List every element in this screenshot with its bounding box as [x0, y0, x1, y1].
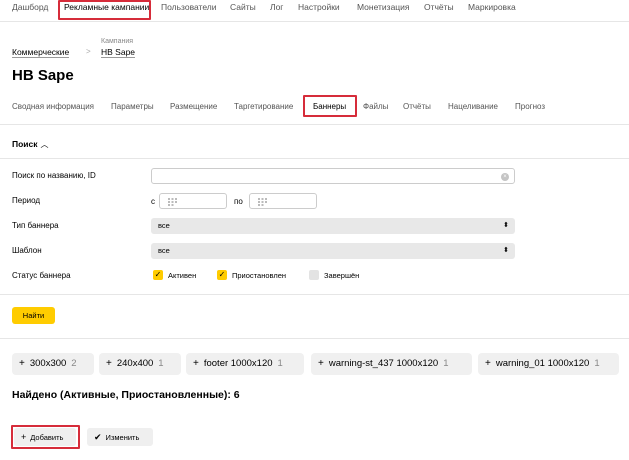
nav-users[interactable]: Пользователи — [161, 2, 216, 12]
plus-icon: + — [318, 358, 324, 369]
tabs-divider — [0, 124, 629, 125]
period-label: Период — [12, 196, 41, 205]
banner-type-select[interactable]: все ⬍ — [151, 218, 515, 234]
clear-icon[interactable]: × — [501, 173, 509, 181]
search-toggle[interactable]: Поиск ︿ — [12, 139, 49, 150]
status-paused-checkbox[interactable]: ✓ Приостановлен — [217, 270, 286, 280]
filters-divider — [0, 338, 629, 339]
name-search-label: Поиск по названию, ID — [12, 171, 96, 180]
template-value: все — [158, 246, 170, 255]
tab-targeting[interactable]: Таргетирование — [234, 102, 293, 111]
breadcrumb-commercial[interactable]: Коммерческие — [12, 47, 70, 58]
tab-placement[interactable]: Размещение — [170, 102, 217, 111]
filter-chip-label: footer 1000x120 — [203, 358, 273, 369]
period-to-input[interactable] — [249, 193, 317, 209]
nav-sites[interactable]: Сайты — [230, 2, 256, 12]
find-button[interactable]: Найти — [12, 307, 55, 324]
filter-chip-count: 1 — [277, 358, 283, 369]
name-search-input[interactable]: × — [151, 168, 515, 184]
search-toggle-label: Поиск — [12, 139, 38, 149]
period-from-input[interactable] — [159, 193, 227, 209]
tab-parameters[interactable]: Параметры — [111, 102, 154, 111]
filter-chip[interactable]: +300x300 2 — [12, 353, 94, 375]
status-finished-checkbox[interactable]: Завершён — [309, 270, 359, 280]
filter-chip-label: 240x400 — [116, 358, 154, 369]
nav-dashboard[interactable]: Дашборд — [12, 2, 48, 12]
breadcrumb-campaign[interactable]: HB Sape — [101, 47, 136, 58]
calendar-icon — [258, 198, 267, 206]
plus-icon: + — [19, 358, 25, 369]
top-divider — [0, 21, 629, 22]
tab-files[interactable]: Файлы — [363, 102, 388, 111]
status-label: Статус баннера — [12, 271, 71, 280]
nav-active-highlight — [58, 0, 151, 20]
breadcrumb-separator: > — [86, 47, 91, 56]
select-arrows-icon: ⬍ — [503, 247, 509, 254]
results-count: Найдено (Активные, Приостановленные): 6 — [12, 389, 240, 401]
template-select[interactable]: все ⬍ — [151, 243, 515, 259]
filter-chip-count: 2 — [71, 358, 77, 369]
form-divider — [0, 294, 629, 295]
checkmark-icon: ✓ — [153, 270, 163, 280]
breadcrumb-campaign-label: Кампания — [101, 38, 134, 45]
period-from-label: с — [151, 197, 155, 206]
template-label: Шаблон — [12, 246, 42, 255]
status-active-label: Активен — [168, 270, 197, 280]
filter-chip-count: 1 — [443, 358, 449, 369]
filter-chip-label: warning_01 1000x120 — [495, 358, 590, 369]
plus-icon: + — [193, 358, 199, 369]
nav-labeling[interactable]: Маркировка — [468, 2, 516, 12]
nav-settings[interactable]: Настройки — [298, 2, 340, 12]
nav-log[interactable]: Лог — [270, 2, 283, 12]
period-to-label: по — [234, 197, 243, 206]
edit-button-label: Изменить — [105, 433, 140, 442]
status-paused-label: Приостановлен — [232, 270, 287, 280]
page-title: HB Sape — [12, 67, 74, 84]
search-divider — [0, 158, 629, 159]
add-button-highlight — [11, 425, 80, 449]
status-active-checkbox[interactable]: ✓ Активен — [153, 270, 196, 280]
chevron-up-icon: ︿ — [40, 140, 49, 149]
calendar-icon — [168, 198, 177, 206]
tab-targeting-aim[interactable]: Нацеливание — [448, 102, 498, 111]
filter-chip-label: 300x300 — [29, 358, 67, 369]
nav-monetization[interactable]: Монетизация — [357, 2, 410, 12]
checkmark-icon: ✔ — [94, 432, 102, 442]
filter-chip-label: warning-st_437 1000x120 — [328, 358, 439, 369]
tab-summary[interactable]: Сводная информация — [12, 102, 94, 111]
plus-icon: + — [485, 358, 491, 369]
filter-chip-count: 1 — [594, 358, 600, 369]
filter-chip-count: 1 — [158, 358, 164, 369]
filter-chip[interactable]: + warning-st_437 1000x120 1 — [311, 353, 472, 375]
select-arrows-icon: ⬍ — [503, 222, 509, 229]
banner-type-label: Тип баннера — [12, 221, 59, 230]
nav-reports[interactable]: Отчёты — [424, 2, 454, 12]
tab-active-highlight — [303, 95, 357, 117]
plus-icon: + — [106, 358, 112, 369]
banner-type-value: все — [158, 221, 170, 230]
status-finished-label: Завершён — [324, 270, 360, 280]
checkmark-icon: ✓ — [217, 270, 227, 280]
filter-chip[interactable]: +240x400 1 — [99, 353, 181, 375]
edit-button[interactable]: ✔ Изменить — [87, 428, 153, 446]
filter-chip[interactable]: + warning_01 1000x120 1 — [478, 353, 619, 375]
checkbox-empty-icon — [309, 270, 319, 280]
tab-reports[interactable]: Отчёты — [403, 102, 431, 111]
tab-forecast[interactable]: Прогноз — [515, 102, 545, 111]
filter-chip[interactable]: + footer 1000x120 1 — [186, 353, 304, 375]
